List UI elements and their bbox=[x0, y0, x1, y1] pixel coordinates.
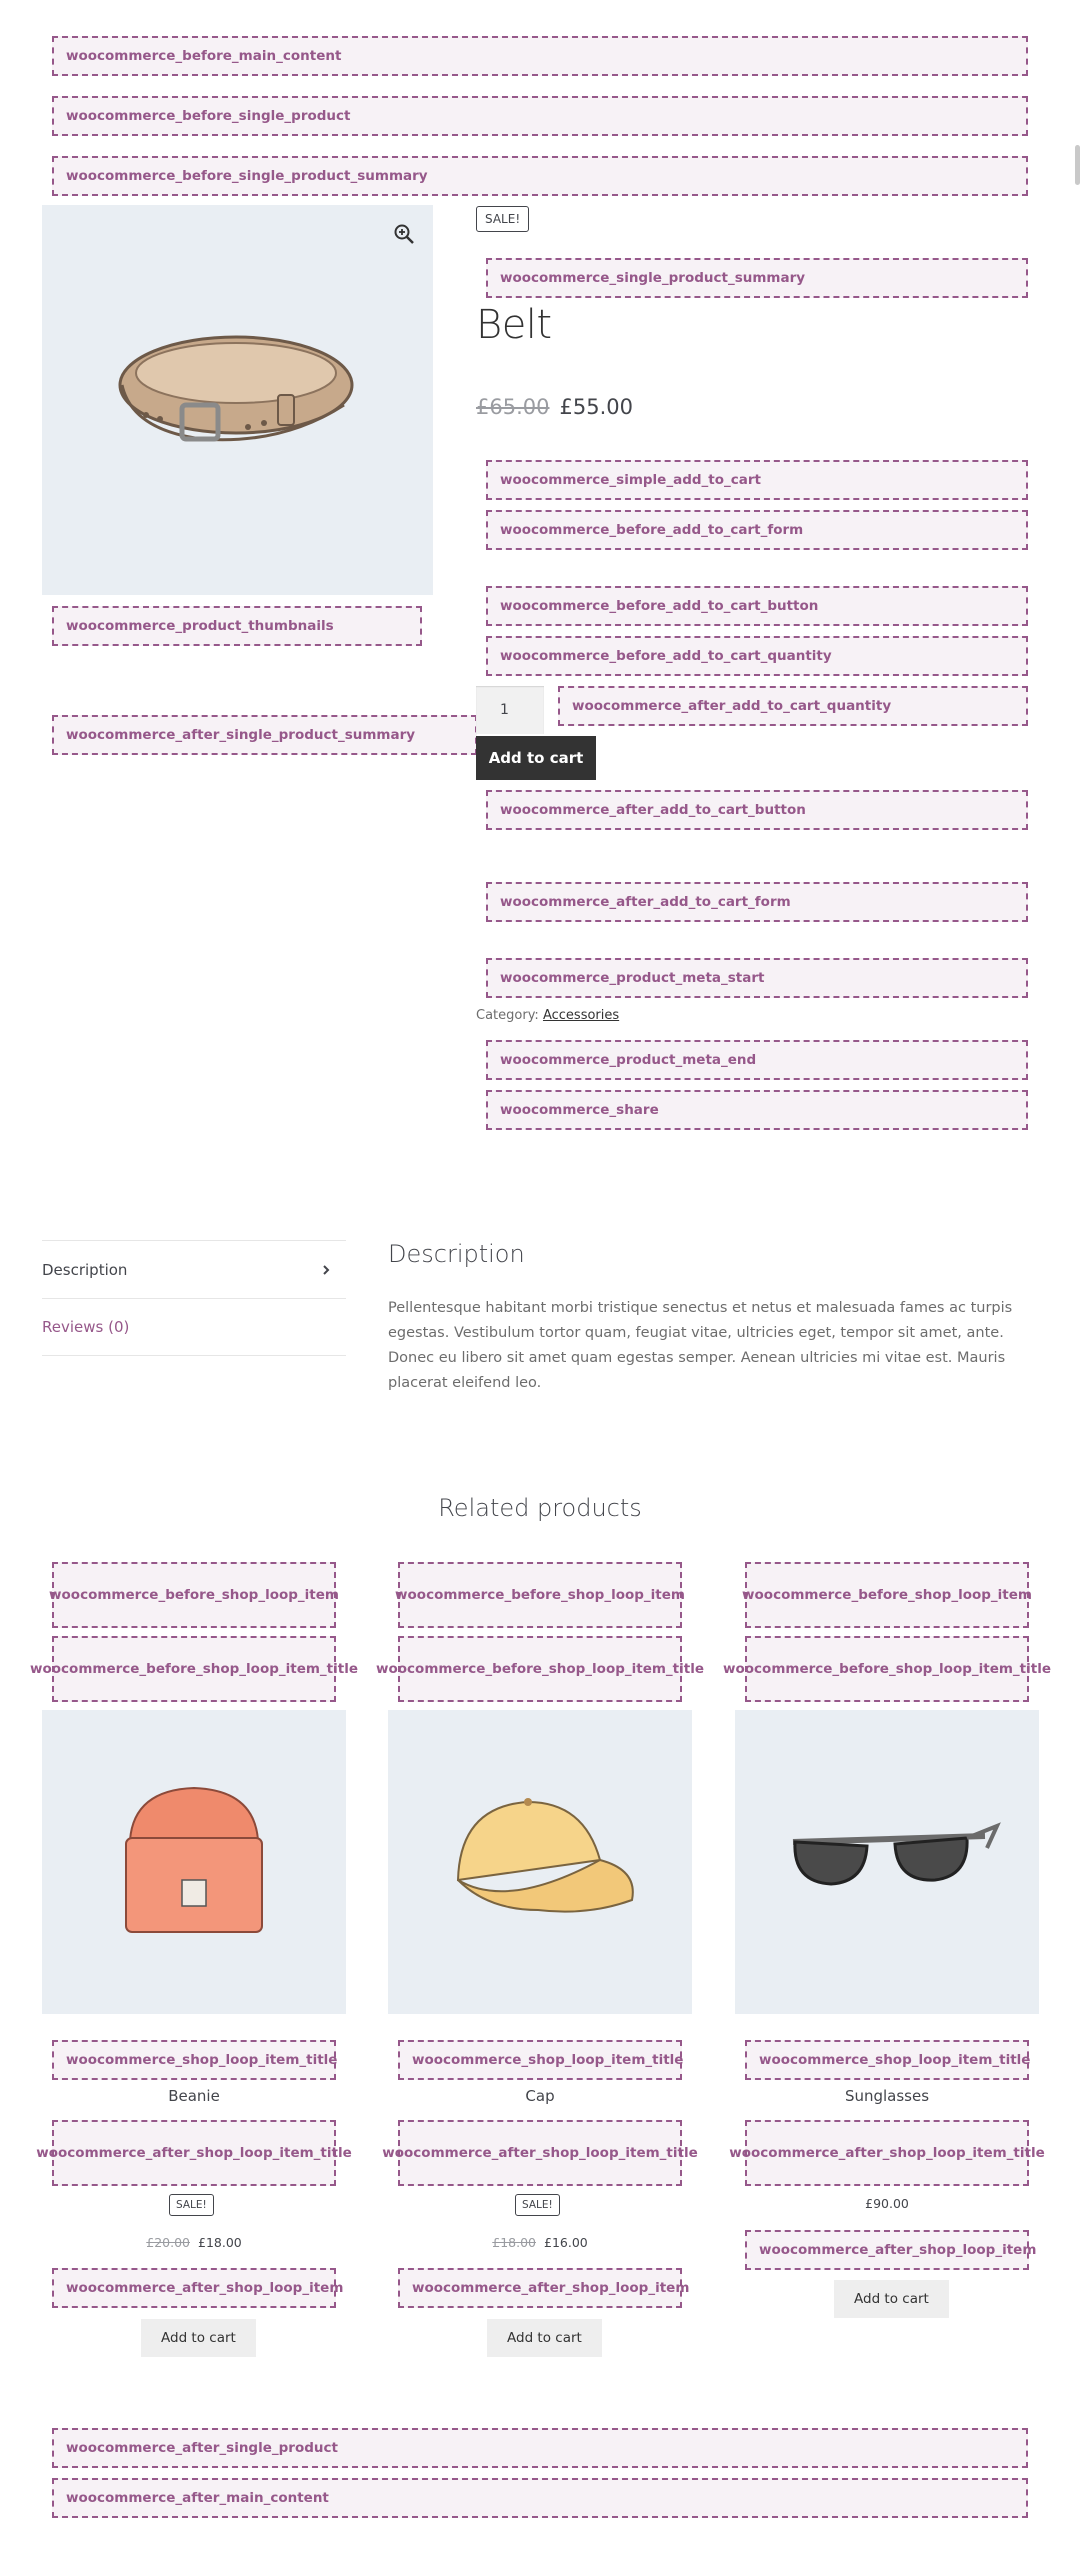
description-text: Pellentesque habitant morbi tristique se… bbox=[388, 1300, 1013, 1391]
hook-before-single-product-summary: woocommerce_before_single_product_summar… bbox=[52, 156, 1028, 196]
related-product-image[interactable] bbox=[388, 1710, 692, 2014]
related-product-price: £20.00 £18.00 bbox=[42, 2235, 346, 2250]
related-product-price: £18.00 £16.00 bbox=[388, 2235, 692, 2250]
tab-reviews-label: Reviews (0) bbox=[42, 1318, 130, 1336]
hook-before-main-content: woocommerce_before_main_content bbox=[52, 36, 1028, 76]
hook-after-main-content: woocommerce_after_main_content bbox=[52, 2478, 1028, 2518]
product-title: Belt bbox=[476, 302, 552, 348]
hook-after-shop-loop-item-title: woocommerce_after_shop_loop_item_title bbox=[382, 2120, 698, 2186]
product-gallery-image[interactable] bbox=[42, 205, 433, 595]
hook-after-shop-loop-item-title: woocommerce_after_shop_loop_item_title bbox=[729, 2120, 1045, 2186]
tab-reviews[interactable]: Reviews (0) bbox=[42, 1298, 346, 1356]
related-products-heading: Related products bbox=[438, 1494, 642, 1522]
hook-after-shop-loop-item: woocommerce_after_shop_loop_item bbox=[398, 2268, 689, 2308]
regular-price: £65.00 bbox=[476, 395, 550, 419]
hook-before-shop-loop-item: woocommerce_before_shop_loop_item bbox=[742, 1562, 1032, 1628]
hook-after-shop-loop-item-title: woocommerce_after_shop_loop_item_title bbox=[36, 2120, 352, 2186]
beanie-image bbox=[125, 1786, 263, 1933]
quantity-input[interactable] bbox=[476, 686, 544, 734]
hook-product-thumbnails: woocommerce_product_thumbnails bbox=[52, 606, 422, 646]
hook-after-shop-loop-item: woocommerce_after_shop_loop_item bbox=[745, 2230, 1036, 2270]
cap-image bbox=[456, 1798, 634, 1913]
hook-after-single-product-summary: woocommerce_after_single_product_summary bbox=[52, 715, 477, 755]
product-price: £65.00 £55.00 bbox=[476, 395, 633, 419]
related-product-price: £90.00 bbox=[865, 2196, 909, 2211]
regular-price: £20.00 bbox=[146, 2235, 190, 2250]
sale-price: £18.00 bbox=[198, 2235, 242, 2250]
product-tabs: Description Reviews (0) bbox=[42, 1240, 346, 1356]
related-product-image[interactable] bbox=[42, 1710, 346, 2014]
add-to-cart-button[interactable]: Add to cart bbox=[487, 2319, 602, 2357]
hook-product-meta-start: woocommerce_product_meta_start bbox=[486, 958, 1028, 998]
hook-after-shop-loop-item: woocommerce_after_shop_loop_item bbox=[52, 2268, 343, 2308]
hook-after-add-to-cart-quantity: woocommerce_after_add_to_cart_quantity bbox=[558, 686, 1028, 726]
sale-badge: SALE! bbox=[169, 2194, 214, 2216]
add-to-cart-button[interactable]: Add to cart bbox=[476, 736, 596, 780]
sale-badge: SALE! bbox=[515, 2194, 560, 2216]
related-product-name[interactable]: Cap bbox=[388, 2087, 692, 2105]
category-link[interactable]: Accessories bbox=[543, 1008, 619, 1023]
product-meta: Category: Accessories bbox=[476, 1008, 619, 1023]
tab-description-label: Description bbox=[42, 1260, 128, 1279]
related-product-name[interactable]: Beanie bbox=[42, 2087, 346, 2105]
hook-before-shop-loop-item-title: woocommerce_before_shop_loop_item_title bbox=[723, 1636, 1051, 1702]
hook-product-meta-end: woocommerce_product_meta_end bbox=[486, 1040, 1028, 1080]
hook-shop-loop-item-title: woocommerce_shop_loop_item_title bbox=[398, 2040, 683, 2080]
hook-share: woocommerce_share bbox=[486, 1090, 1028, 1130]
hook-before-add-to-cart-quantity: woocommerce_before_add_to_cart_quantity bbox=[486, 636, 1028, 676]
related-product-name[interactable]: Sunglasses bbox=[735, 2087, 1039, 2105]
hook-before-add-to-cart-form: woocommerce_before_add_to_cart_form bbox=[486, 510, 1028, 550]
regular-price: £18.00 bbox=[492, 2235, 536, 2250]
hook-before-shop-loop-item-title: woocommerce_before_shop_loop_item_title bbox=[376, 1636, 704, 1702]
hook-after-single-product: woocommerce_after_single_product bbox=[52, 2428, 1028, 2468]
hook-simple-add-to-cart: woocommerce_simple_add_to_cart bbox=[486, 460, 1028, 500]
sunglasses-image bbox=[792, 1822, 1001, 1886]
hook-before-shop-loop-item: woocommerce_before_shop_loop_item bbox=[395, 1562, 685, 1628]
hook-shop-loop-item-title: woocommerce_shop_loop_item_title bbox=[52, 2040, 337, 2080]
add-to-cart-button[interactable]: Add to cart bbox=[141, 2319, 256, 2357]
scrollbar-thumb[interactable] bbox=[1075, 145, 1080, 185]
category-label: Category: bbox=[476, 1008, 539, 1023]
hook-shop-loop-item-title: woocommerce_shop_loop_item_title bbox=[745, 2040, 1030, 2080]
hook-after-add-to-cart-form: woocommerce_after_add_to_cart_form bbox=[486, 882, 1028, 922]
related-product-image[interactable] bbox=[735, 1710, 1039, 2014]
sale-price: £16.00 bbox=[544, 2235, 588, 2250]
zoom-in-icon[interactable] bbox=[393, 223, 415, 245]
sale-price: £55.00 bbox=[559, 395, 633, 419]
hook-single-product-summary: woocommerce_single_product_summary bbox=[486, 258, 1028, 298]
description-heading: Description bbox=[388, 1240, 525, 1268]
hook-before-shop-loop-item: woocommerce_before_shop_loop_item bbox=[49, 1562, 339, 1628]
add-to-cart-button[interactable]: Add to cart bbox=[834, 2280, 949, 2318]
belt-image bbox=[118, 335, 354, 442]
hook-before-add-to-cart-button: woocommerce_before_add_to_cart_button bbox=[486, 586, 1028, 626]
sale-badge: SALE! bbox=[476, 206, 530, 232]
hook-after-add-to-cart-button: woocommerce_after_add_to_cart_button bbox=[486, 790, 1028, 830]
tab-description[interactable]: Description bbox=[42, 1240, 346, 1298]
hook-before-single-product: woocommerce_before_single_product bbox=[52, 96, 1028, 136]
chevron-right-icon bbox=[323, 1264, 330, 1275]
hook-before-shop-loop-item-title: woocommerce_before_shop_loop_item_title bbox=[30, 1636, 358, 1702]
